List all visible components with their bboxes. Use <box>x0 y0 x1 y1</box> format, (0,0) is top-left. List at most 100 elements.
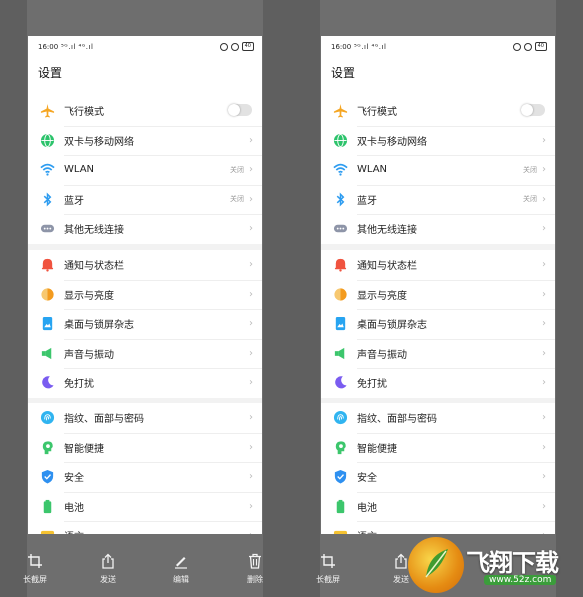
settings-item-language[interactable]: 语言 › <box>28 521 262 534</box>
settings-item-label: 双卡与移动网络 <box>64 136 134 148</box>
settings-item-language[interactable]: 语言 › <box>321 521 555 534</box>
settings-item-bell[interactable]: 通知与状态栏 › <box>28 250 262 280</box>
alarm-icon <box>523 42 532 51</box>
alarm-icon <box>230 42 239 51</box>
chevron-right-icon: › <box>249 288 253 300</box>
settings-item-globe[interactable]: 双卡与移动网络 › <box>28 125 262 156</box>
settings-item-label: 语言 <box>64 528 84 534</box>
settings-item-wifi[interactable]: WLAN 关闭 › <box>28 155 262 185</box>
settings-item-bluetooth[interactable]: 蓝牙 关闭 › <box>321 184 555 215</box>
chevron-right-icon: › <box>249 347 253 359</box>
settings-group: 通知与状态栏 › 显示与亮度 › 桌面与锁屏杂志 › 声音与振动 › 免打扰 › <box>28 250 262 398</box>
long-screenshot-button[interactable]: 长截屏 <box>303 553 353 585</box>
settings-item-shield[interactable]: 安全 › <box>28 462 262 492</box>
phone-screen-right: 16:00 ⁵ᴳ.ıl ⁴ᴳ.ıl 40 设置 飞行模式 双卡与移动网络 › WLAN 关闭 › 蓝… <box>321 36 555 534</box>
settings-item-label: 声音与振动 <box>357 349 407 361</box>
status-right-icons: 40 <box>219 42 254 51</box>
chevron-right-icon: › <box>249 259 253 271</box>
chevron-right-icon: › <box>249 500 253 512</box>
nfc-icon <box>512 42 521 51</box>
settings-item-label: 电池 <box>357 502 377 514</box>
settings-item-more-dots[interactable]: 其他无线连接 › <box>28 214 262 244</box>
airplane-icon <box>40 103 55 118</box>
settings-item-wifi[interactable]: WLAN 关闭 › <box>321 155 555 185</box>
nfc-icon <box>219 42 228 51</box>
settings-item-airplane[interactable]: 飞行模式 <box>28 96 262 126</box>
settings-item-label: 飞行模式 <box>64 107 104 119</box>
settings-item-more-dots[interactable]: 其他无线连接 › <box>321 214 555 244</box>
chevron-right-icon: › <box>249 471 253 483</box>
status-bar: 16:00 ⁵ᴳ.ıl ⁴ᴳ.ıl 40 <box>28 36 262 58</box>
settings-item-moon[interactable]: 免打扰 › <box>321 368 555 398</box>
settings-item-airplane[interactable]: 飞行模式 <box>321 96 555 126</box>
chevron-right-icon: › <box>249 412 253 424</box>
chevron-right-icon: › <box>249 377 253 389</box>
smart-head-icon <box>333 440 348 455</box>
settings-group: 通知与状态栏 › 显示与亮度 › 桌面与锁屏杂志 › 声音与振动 › 免打扰 › <box>321 250 555 398</box>
bluetooth-icon <box>333 192 348 207</box>
settings-item-speaker[interactable]: 声音与振动 › <box>321 338 555 369</box>
background-blur-middle <box>263 0 320 597</box>
settings-item-bell[interactable]: 通知与状态栏 › <box>321 250 555 280</box>
edit-button[interactable]: 编辑 <box>156 553 206 585</box>
wallpaper-icon <box>40 316 55 331</box>
page-title: 设置 <box>38 66 63 80</box>
moon-icon <box>40 375 55 390</box>
settings-item-label: WLAN <box>357 164 388 176</box>
toolbar-label: 编辑 <box>173 575 189 584</box>
speaker-icon <box>333 346 348 361</box>
settings-item-battery[interactable]: 电池 › <box>321 491 555 522</box>
pen-icon <box>156 553 206 569</box>
chevron-right-icon: › <box>249 530 253 534</box>
background-blur-right <box>556 0 583 597</box>
long-screenshot-button[interactable]: 长截屏 <box>10 553 60 585</box>
brightness-icon <box>40 287 55 302</box>
airplane-mode-toggle[interactable] <box>228 104 252 116</box>
settings-item-battery[interactable]: 电池 › <box>28 491 262 522</box>
settings-item-smart-head[interactable]: 智能便捷 › <box>321 432 555 463</box>
settings-item-speaker[interactable]: 声音与振动 › <box>28 338 262 369</box>
bluetooth-icon <box>40 192 55 207</box>
chevron-right-icon: › <box>542 318 546 330</box>
settings-item-value: 关闭 <box>230 165 244 174</box>
crop-icon <box>10 553 60 569</box>
send-button[interactable]: 发送 <box>83 553 133 585</box>
settings-item-fingerprint[interactable]: 指纹、面部与密码 › <box>321 403 555 433</box>
wifi-icon <box>40 162 55 177</box>
settings-item-label: 其他无线连接 <box>357 225 417 237</box>
settings-item-smart-head[interactable]: 智能便捷 › <box>28 432 262 463</box>
settings-item-globe[interactable]: 双卡与移动网络 › <box>321 125 555 156</box>
settings-item-bluetooth[interactable]: 蓝牙 关闭 › <box>28 184 262 215</box>
settings-item-label: 指纹、面部与密码 <box>64 414 144 426</box>
settings-item-label: 安全 <box>357 473 377 485</box>
settings-item-label: 通知与状态栏 <box>357 261 417 273</box>
chevron-right-icon: › <box>249 318 253 330</box>
logo-circle <box>408 537 464 593</box>
settings-group: 指纹、面部与密码 › 智能便捷 › 安全 › 电池 › 语言 › <box>321 403 555 534</box>
settings-item-wallpaper[interactable]: 桌面与锁屏杂志 › <box>28 309 262 339</box>
settings-item-brightness[interactable]: 显示与亮度 › <box>321 279 555 310</box>
settings-item-brightness[interactable]: 显示与亮度 › <box>28 279 262 310</box>
delete-button[interactable]: 删除 <box>230 553 280 585</box>
settings-item-label: 安全 <box>64 473 84 485</box>
settings-item-fingerprint[interactable]: 指纹、面部与密码 › <box>28 403 262 433</box>
status-time: 16:00 <box>38 43 59 51</box>
chevron-right-icon: › <box>542 288 546 300</box>
chevron-right-icon: › <box>542 377 546 389</box>
globe-icon <box>333 133 348 148</box>
settings-item-label: 桌面与锁屏杂志 <box>357 320 427 332</box>
settings-item-shield[interactable]: 安全 › <box>321 462 555 492</box>
toolbar-label: 发送 <box>100 575 116 584</box>
airplane-mode-toggle[interactable] <box>521 104 545 116</box>
chevron-right-icon: › <box>542 193 546 205</box>
share-icon <box>83 553 133 569</box>
language-icon <box>40 528 55 534</box>
chevron-right-icon: › <box>542 259 546 271</box>
settings-item-label: WLAN <box>64 164 95 176</box>
settings-item-label: 智能便捷 <box>64 443 104 455</box>
more-dots-icon <box>40 221 55 236</box>
bell-icon <box>333 257 348 272</box>
settings-item-wallpaper[interactable]: 桌面与锁屏杂志 › <box>321 309 555 339</box>
moon-icon <box>333 375 348 390</box>
settings-item-moon[interactable]: 免打扰 › <box>28 368 262 398</box>
